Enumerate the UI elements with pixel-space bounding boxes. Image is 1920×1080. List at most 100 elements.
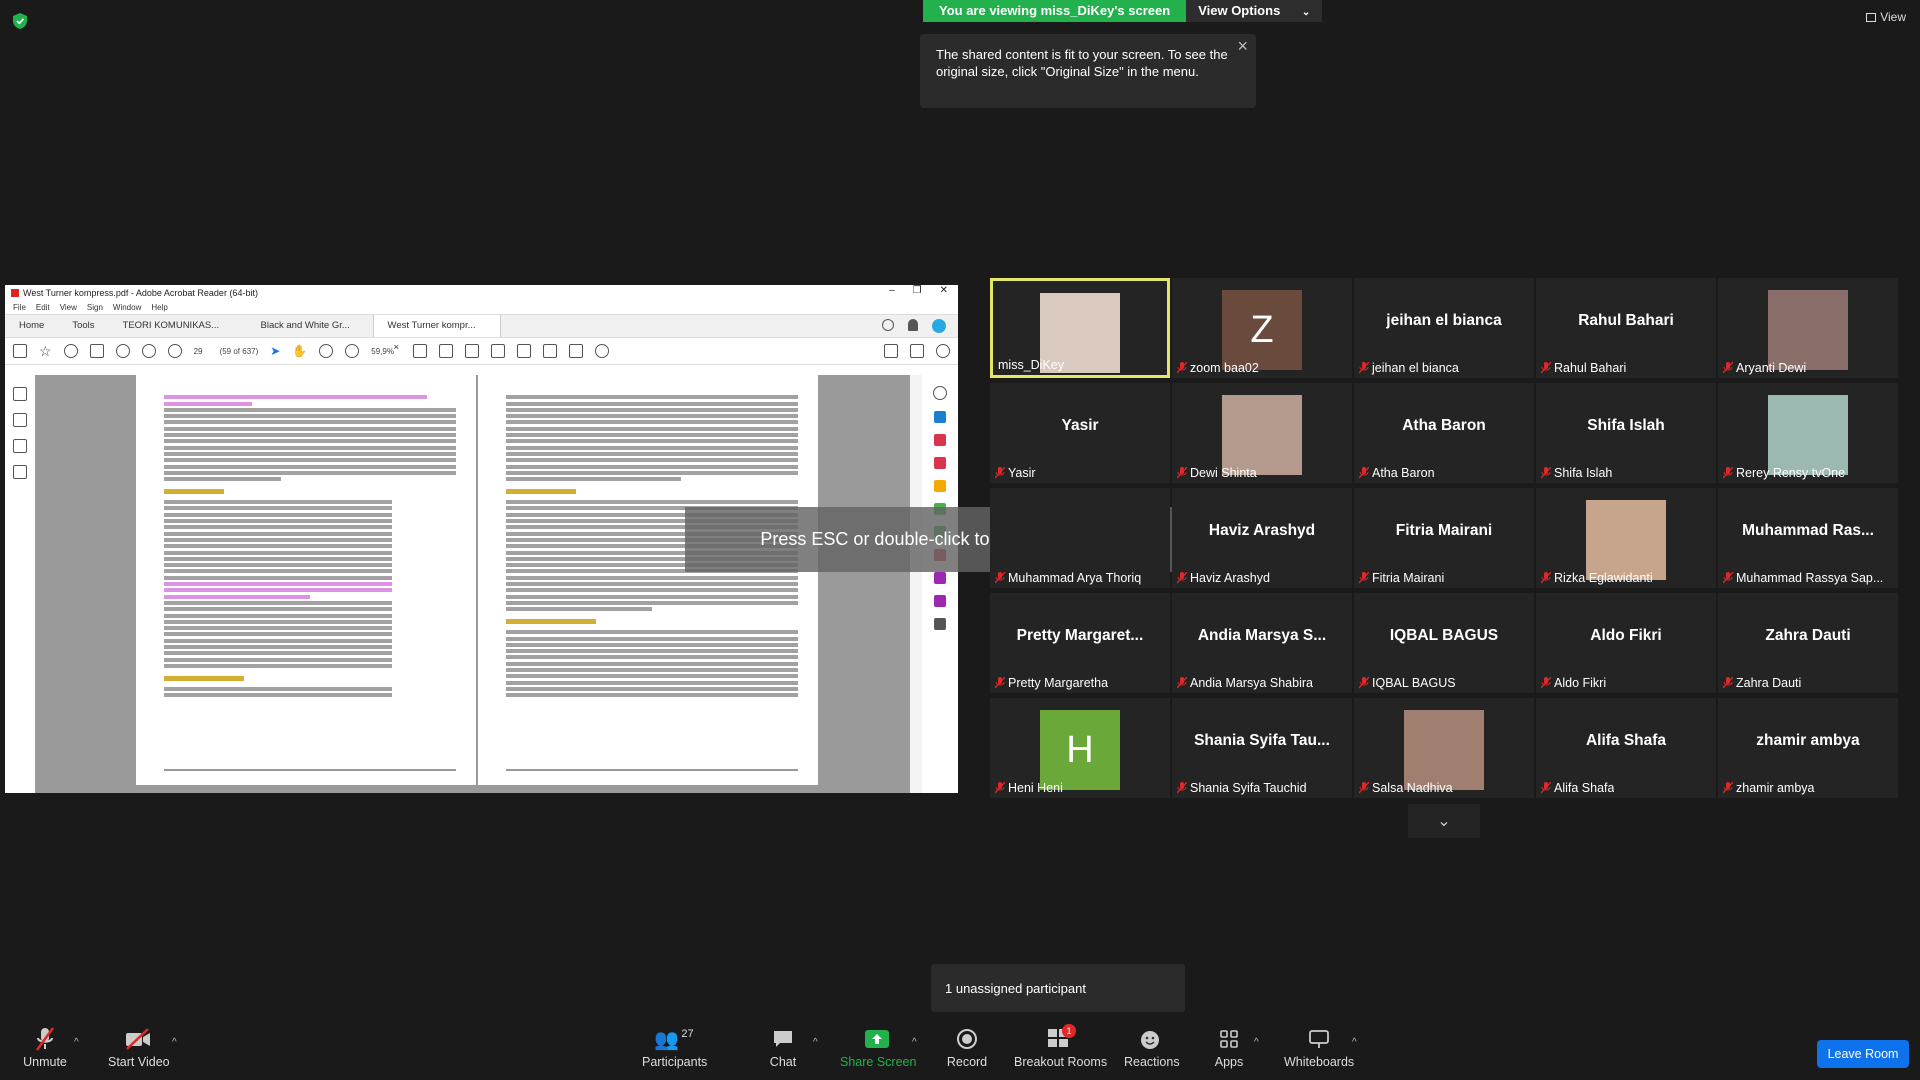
whiteboards-button[interactable]: Whiteboards: [1284, 1025, 1354, 1069]
comment-tool-icon[interactable]: [934, 480, 946, 492]
participant-tile[interactable]: Alifa Shafa Alifa Shafa: [1536, 698, 1716, 798]
page-up-icon[interactable]: [141, 344, 156, 358]
share-options-caret-icon[interactable]: ^: [912, 1037, 917, 1048]
page-fit-icon[interactable]: [413, 344, 428, 358]
help-icon[interactable]: [882, 319, 894, 331]
participant-tile[interactable]: Salsa Nadhiva: [1354, 698, 1534, 798]
link-icon[interactable]: [884, 344, 898, 358]
leave-room-button[interactable]: Leave Room: [1817, 1040, 1909, 1068]
page-number-input[interactable]: 29: [194, 347, 208, 356]
menu-view[interactable]: View: [60, 303, 77, 312]
cloud-upload-icon[interactable]: [63, 344, 78, 358]
maximize-icon[interactable]: ❐: [913, 285, 922, 296]
delete-icon[interactable]: [569, 344, 584, 358]
more-tools-icon[interactable]: [934, 618, 946, 630]
view-options-button[interactable]: View Options ⌄: [1186, 0, 1323, 22]
highlight-pen-icon[interactable]: [491, 344, 506, 358]
participant-tile[interactable]: H Heni Heni: [990, 698, 1170, 798]
participant-tile[interactable]: jeihan el bianca jeihan el bianca: [1354, 278, 1534, 378]
rotate-icon[interactable]: [595, 344, 610, 358]
reactions-button[interactable]: Reactions: [1124, 1025, 1180, 1069]
menu-sign[interactable]: Sign: [87, 303, 103, 312]
tab-home[interactable]: Home: [5, 315, 58, 337]
participant-tile[interactable]: Muhammad Arya Thoriq: [990, 488, 1170, 588]
participant-tile[interactable]: Atha Baron Atha Baron: [1354, 383, 1534, 483]
video-options-caret-icon[interactable]: ^: [172, 1037, 177, 1048]
fill-sign-icon[interactable]: [934, 572, 946, 584]
participant-tile[interactable]: Zzoom baa02: [1172, 278, 1352, 378]
participant-tile[interactable]: Muhammad Ras... Muhammad Rassya Sap...: [1718, 488, 1898, 588]
zoom-search-icon[interactable]: [115, 344, 130, 358]
participant-tile[interactable]: Shifa Islah Shifa Islah: [1536, 383, 1716, 483]
create-pdf-icon[interactable]: [934, 411, 946, 423]
chat-button[interactable]: Chat: [768, 1025, 798, 1069]
breakout-rooms-button[interactable]: 1 Breakout Rooms: [1014, 1023, 1107, 1069]
more-participants-button[interactable]: ⌄: [1408, 804, 1480, 838]
tab-tools[interactable]: Tools: [58, 315, 108, 337]
document-scrollbar[interactable]: [910, 375, 922, 793]
hand-icon[interactable]: ✋: [292, 344, 307, 358]
close-icon[interactable]: ×: [1237, 37, 1248, 55]
participant-tile[interactable]: Fitria Mairani Fitria Mairani: [1354, 488, 1534, 588]
participant-tile[interactable]: Rahul Bahari Rahul Bahari: [1536, 278, 1716, 378]
save-icon[interactable]: [13, 344, 27, 358]
participant-tile[interactable]: zhamir ambya zhamir ambya: [1718, 698, 1898, 798]
share-user-icon[interactable]: [936, 344, 950, 358]
document-viewport[interactable]: [5, 375, 958, 793]
unmute-button[interactable]: Unmute: [22, 1025, 68, 1069]
chat-options-caret-icon[interactable]: ^: [813, 1037, 818, 1048]
bell-icon[interactable]: [908, 319, 918, 331]
menu-help[interactable]: Help: [151, 303, 167, 312]
pages-icon[interactable]: [13, 387, 27, 401]
menu-edit[interactable]: Edit: [36, 303, 50, 312]
stamp-icon[interactable]: [543, 344, 558, 358]
apps-options-caret-icon[interactable]: ^: [1254, 1037, 1259, 1048]
view-button[interactable]: View: [1866, 10, 1906, 24]
bookmark-icon[interactable]: [13, 413, 27, 427]
minimize-icon[interactable]: –: [889, 285, 895, 296]
star-icon[interactable]: ☆: [39, 343, 52, 360]
account-icon[interactable]: [932, 319, 946, 333]
combine-icon[interactable]: [934, 434, 946, 446]
participant-tile[interactable]: miss_DiKey: [990, 278, 1170, 378]
comment-icon[interactable]: [465, 344, 480, 358]
participant-tile[interactable]: Dewi Shinta: [1172, 383, 1352, 483]
scroll-mode-icon[interactable]: [439, 344, 454, 358]
mail-icon[interactable]: [910, 344, 924, 358]
layers-icon[interactable]: [13, 465, 27, 479]
close-tab-icon[interactable]: ×: [394, 342, 400, 353]
participant-tile[interactable]: Andia Marsya S... Andia Marsya Shabira: [1172, 593, 1352, 693]
page-down-icon[interactable]: [167, 344, 182, 358]
start-video-button[interactable]: Start Video: [108, 1025, 170, 1069]
apps-button[interactable]: Apps: [1214, 1025, 1244, 1069]
participant-tile[interactable]: Rerey Rensy tvOne: [1718, 383, 1898, 483]
tab-black-white[interactable]: Black and White Gr...: [247, 315, 373, 337]
zoom-in-icon[interactable]: [345, 344, 360, 358]
print-icon[interactable]: [89, 344, 104, 358]
protect-icon[interactable]: [934, 595, 946, 607]
unassigned-participant-notice[interactable]: 1 unassigned participant: [931, 964, 1185, 1012]
export-pdf-icon[interactable]: [934, 457, 946, 469]
participant-tile[interactable]: Zahra Dauti Zahra Dauti: [1718, 593, 1898, 693]
participant-tile[interactable]: Haviz Arashyd Haviz Arashyd: [1172, 488, 1352, 588]
menu-window[interactable]: Window: [113, 303, 141, 312]
zoom-out-icon[interactable]: [319, 344, 334, 358]
close-window-icon[interactable]: ✕: [940, 285, 948, 296]
select-cursor-icon[interactable]: ➤: [270, 344, 280, 358]
record-button[interactable]: Record: [946, 1025, 988, 1069]
participant-tile[interactable]: Yasir Yasir: [990, 383, 1170, 483]
participants-button[interactable]: 👥 27 Participants: [642, 1025, 707, 1069]
attachment-icon[interactable]: [13, 439, 27, 453]
sign-icon[interactable]: [517, 344, 532, 358]
audio-options-caret-icon[interactable]: ^: [74, 1037, 79, 1048]
zoom-tool-icon[interactable]: [933, 386, 947, 400]
share-screen-button[interactable]: Share Screen: [840, 1025, 916, 1069]
participant-tile[interactable]: Shania Syifa Tau... Shania Syifa Tauchid: [1172, 698, 1352, 798]
security-shield-icon[interactable]: [12, 12, 28, 30]
tab-west-turner[interactable]: West Turner kompr... ×: [372, 315, 501, 353]
participant-tile[interactable]: Aryanti Dewi: [1718, 278, 1898, 378]
tab-teori[interactable]: TEORI KOMUNIKAS...: [109, 315, 247, 337]
participant-tile[interactable]: Pretty Margaret... Pretty Margaretha: [990, 593, 1170, 693]
whiteboard-options-caret-icon[interactable]: ^: [1352, 1037, 1357, 1048]
participant-tile[interactable]: Aldo Fikri Aldo Fikri: [1536, 593, 1716, 693]
